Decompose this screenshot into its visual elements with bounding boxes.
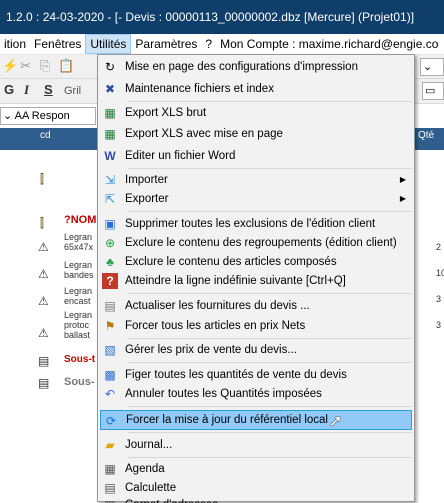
bold-button[interactable]: G [4,82,14,97]
menu-help[interactable]: ? [201,34,216,54]
menu-item-annuler-quantites[interactable]: ↶ Annuler toutes les Quantités imposées [100,384,412,404]
menu-item-agenda[interactable]: ▦ Agenda [100,459,412,479]
cut-icon[interactable]: ✂ [20,58,31,74]
menu-separator [128,406,412,407]
menu-separator [128,101,412,102]
excel-icon: ▦ [104,127,116,141]
menu-item-exclure-regroupements[interactable]: ⊕ Exclure le contenu des regroupements (… [100,233,412,253]
responsible-combo[interactable]: ⌄ AA Respon [0,107,96,125]
article-icon: ⚠ [38,267,49,281]
menu-item-figer-quantites[interactable]: ▩ Figer toutes les quantités de vente du… [100,365,412,385]
utilites-menu: ↻ Mise en page des configurations d'impr… [97,54,415,503]
import-icon: ⇲ [104,173,116,187]
menu-item-suppr-exclusions[interactable]: ▣ Supprimer toutes les exclusions de l'é… [100,214,412,234]
copy-icon[interactable]: ⎘ [40,58,50,74]
menu-item-maj-referentiel[interactable]: ⟳ Forcer la mise à jour du référentiel l… [100,410,412,430]
menu-item-maintenance[interactable]: ✖ Maintenance fichiers et index [100,79,412,99]
menu-item-actualiser-fournitures[interactable]: ▤ Actualiser les fournitures du devis ..… [100,296,412,316]
article-icon: ⚠ [38,240,49,254]
word-icon: W [104,149,116,163]
article-icon: ⚠ [38,326,49,340]
menu-edition[interactable]: ition [0,34,30,54]
question-icon: ? [102,273,118,289]
submenu-arrow-icon: ▶ [399,194,406,203]
menu-item-export-xls-page[interactable]: ▦ Export XLS avec mise en page [100,124,412,144]
col-cd: cd [40,130,51,141]
menu-separator [128,432,412,433]
row-sous-total: Sous-t [64,354,96,365]
menu-item-print-setup[interactable]: ↻ Mise en page des configurations d'impr… [100,57,412,77]
menu-mon-compte[interactable]: Mon Compte : maxime.richard@engie.co [216,34,442,54]
menu-separator [128,362,412,363]
row-sous: Sous- [64,376,95,388]
sync-icon: ⟳ [105,414,117,428]
row-nom: ?NOM [64,214,97,226]
subtotal-icon: ▤ [38,354,50,368]
menu-utilites[interactable]: Utilités [85,34,132,54]
menu-item-prix-nets[interactable]: ⚑ Forcer tous les articles en prix Nets [100,316,412,336]
subtotal-icon: ▤ [38,376,50,390]
grid-setting-button[interactable]: ▭ [422,82,444,100]
menu-separator [128,293,412,294]
menu-item-edit-word[interactable]: W Editer un fichier Word [100,146,412,166]
underline-button[interactable]: S [44,82,53,97]
toolbar-dropdown-right[interactable]: ⌄ [420,58,444,76]
combo-value: AA Respon [14,110,70,122]
window-title: 1.2.0 : 24-03-2020 - [- Devis : 00000113… [0,0,444,34]
print-setup-icon: ↻ [104,60,116,74]
export-icon: ⇱ [104,192,116,206]
row-legrand-3: Legran encast [64,286,93,306]
menu-separator [128,338,412,339]
price-icon: ▧ [104,343,116,357]
menu-separator [128,457,412,458]
menu-item-export-xls-brut[interactable]: ▦ Export XLS brut [100,103,412,123]
grid-button[interactable]: Gril [64,85,81,97]
tools-icon: ✖ [104,82,116,96]
menu-fenetres[interactable]: Fenêtres [30,34,85,54]
menu-item-ligne-indefinie[interactable]: ? Atteindre la ligne indéfinie suivante … [100,271,412,291]
italic-button[interactable]: I [24,82,29,98]
menu-item-exclure-composes[interactable]: ♣ Exclure le contenu des articles compos… [100,252,412,272]
mouse-cursor-icon: ➚ [329,413,343,430]
row-legrand-2: Legran bandes [64,260,94,280]
article-icon: ⚠ [38,294,49,308]
row-qty-4: 3 [436,320,442,330]
combo-chevron-icon: ⌄ [3,110,13,122]
menu-item-journal[interactable]: ▰ Journal... [100,435,412,455]
level1-icon: ⫿ [40,172,44,186]
menu-separator [128,211,412,212]
row-qty-3: 3 [436,294,442,304]
row-qty-1: 2 [436,242,442,252]
exclude-composite-icon: ♣ [106,255,114,269]
col-qte: Qté [418,130,435,141]
address-book-icon: ▥ [102,497,118,503]
menubar: ition Fenêtres Utilités Paramètres? Mon Comp… [0,34,444,55]
menu-item-exporter[interactable]: ⇱ Exporter ▶ [100,189,412,209]
calculator-icon: ▤ [104,481,116,495]
toolbar-icon[interactable]: ⚡ [2,58,18,74]
menu-parametres[interactable]: Paramètres [131,34,201,54]
row-legrand-4: Legran protoc ballast [64,310,93,340]
menu-item-prix-vente[interactable]: ▧ Gérer les prix de vente du devis... [100,340,412,360]
refresh-supplies-icon: ▤ [104,299,116,313]
row-legrand-1: Legran 65x47x [64,232,94,252]
undo-icon: ↶ [104,387,116,401]
submenu-arrow-icon: ▶ [399,175,406,184]
paste-icon[interactable]: 📋 [58,58,74,74]
menu-separator [128,168,412,169]
net-price-icon: ⚑ [104,319,116,333]
freeze-qty-icon: ▩ [104,368,116,382]
excel-icon: ▦ [104,106,116,120]
calendar-icon: ▦ [104,462,116,476]
row-qty-2: 10 [436,268,444,278]
exclude-group-icon: ⊕ [104,236,116,250]
folder-icon: ▰ [105,438,115,452]
menu-item-importer[interactable]: ⇲ Importer ▶ [100,170,412,190]
unexclude-icon: ▣ [104,217,116,231]
level2-icon: ⫿ [40,216,44,230]
